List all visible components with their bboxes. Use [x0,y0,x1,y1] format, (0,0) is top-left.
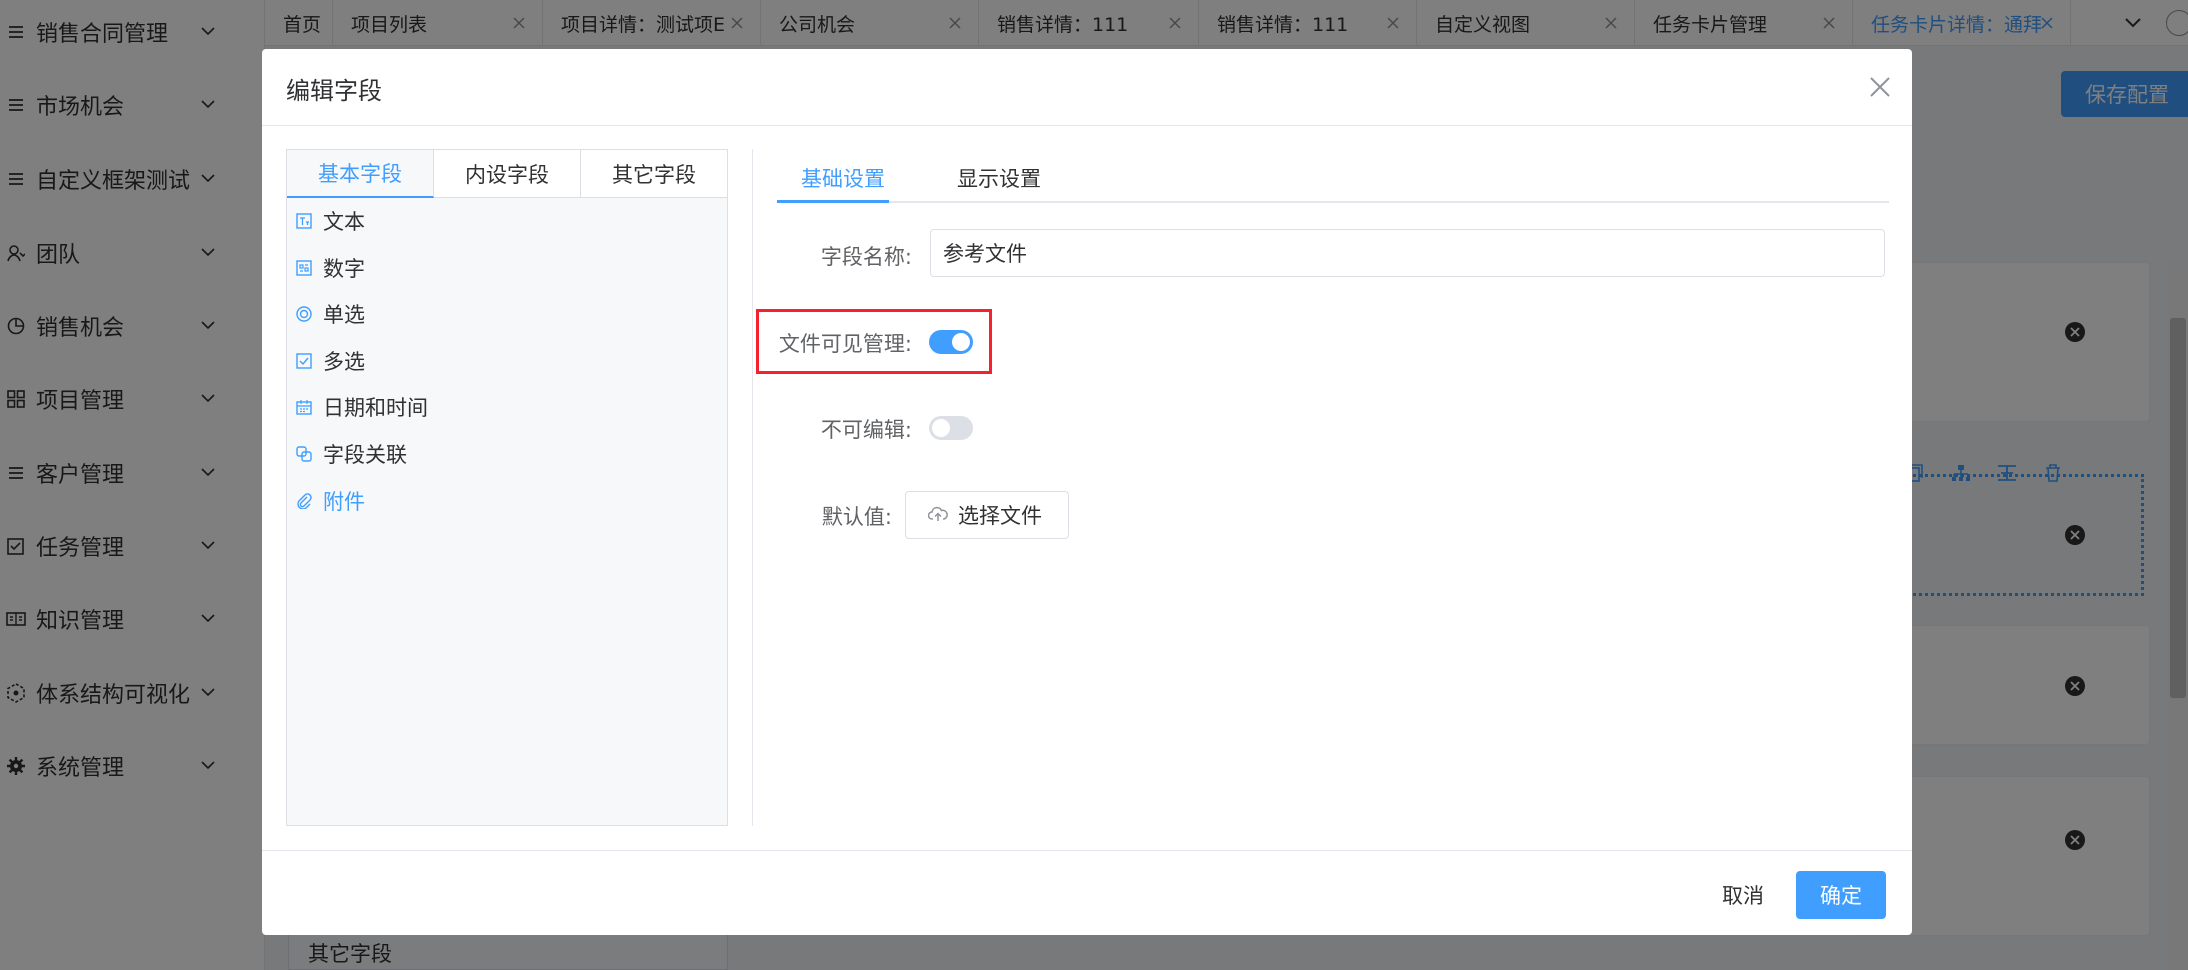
readonly-switch[interactable] [929,416,973,440]
active-tab-indicator [777,200,889,203]
select-file-label: 选择文件 [958,504,1042,528]
select-file-button[interactable]: 选择文件 [905,491,1069,539]
settings-tabs: 基础设置 显示设置 [777,153,1889,203]
field-item-text[interactable]: 文本 [295,201,365,241]
switch-knob [932,419,950,437]
field-item-label: 文本 [323,210,365,234]
field-name-input[interactable]: 参考文件 [930,229,1885,277]
edit-field-dialog: 编辑字段 基本字段 内设字段 其它字段 文本 数字 单选 多选 日期和时间 字段… [262,49,1912,935]
field-item-label: 单选 [323,303,365,327]
readonly-label: 不可编辑: [820,418,912,442]
default-value-label: 默认值: [821,505,892,529]
tab-display-settings[interactable]: 显示设置 [957,153,1041,203]
text-field-icon [295,212,313,230]
field-type-tabs: 基本字段 内设字段 其它字段 [287,150,727,198]
divider [262,125,1912,126]
tab-basic-fields[interactable]: 基本字段 [287,150,434,198]
highlight-box [756,309,992,374]
confirm-button[interactable]: 确定 [1796,871,1886,919]
divider [262,850,1912,851]
link-boxes-icon [295,445,313,463]
cancel-button[interactable]: 取消 [1708,871,1778,919]
field-name-label: 字段名称: [820,245,912,269]
tab-builtin-fields[interactable]: 内设字段 [434,150,581,198]
upload-cloud-icon [927,503,948,527]
tab-other-fields[interactable]: 其它字段 [581,150,727,198]
dialog-title: 编辑字段 [286,77,382,105]
close-icon[interactable] [1866,73,1894,101]
tab-basic-settings[interactable]: 基础设置 [801,153,885,203]
radio-icon [295,305,313,323]
